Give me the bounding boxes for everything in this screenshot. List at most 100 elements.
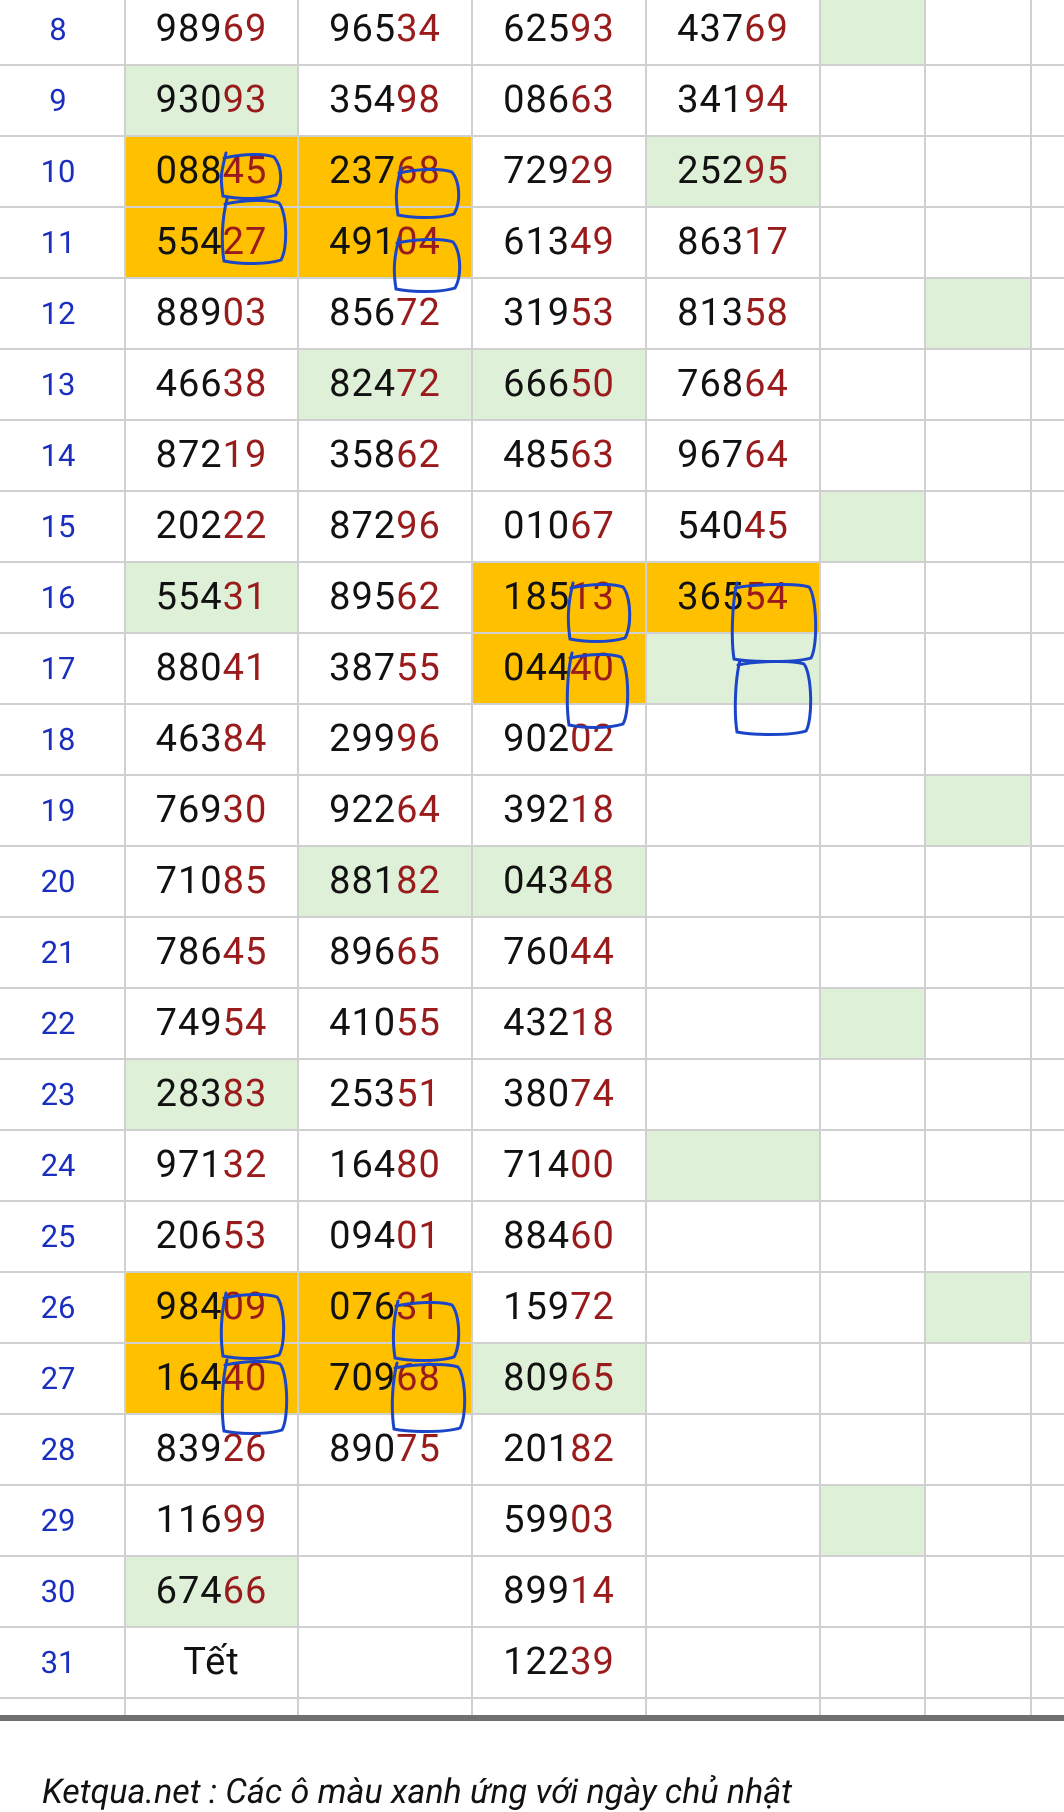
- result-tail-digits: 55: [396, 646, 441, 690]
- result-tail-digits: 58: [744, 291, 789, 335]
- result-tail-digits: 22: [222, 504, 268, 548]
- result-number: 72929: [472, 136, 646, 207]
- result-number: 11699: [125, 1485, 298, 1556]
- result-number: 93093: [125, 65, 298, 136]
- result-number: 87296: [298, 491, 472, 562]
- result-number: 35862: [298, 420, 472, 491]
- result-tail-digits: 96: [396, 717, 441, 761]
- result-head-digits: 387: [329, 646, 397, 690]
- result-number: 46384: [125, 704, 298, 775]
- result-tail-digits: 41: [222, 646, 268, 690]
- result-tail-digits: 49: [570, 220, 615, 264]
- green-highlight-cell: [820, 0, 925, 65]
- result-number: 41055: [298, 988, 472, 1059]
- result-head-digits: 554: [155, 575, 223, 619]
- result-tail-digits: 82: [396, 859, 441, 903]
- table-bottom-border: [0, 1715, 1064, 1721]
- result-head-digits: 872: [329, 504, 397, 548]
- result-tail-digits: 62: [396, 575, 441, 619]
- result-number: 98409: [125, 1272, 298, 1343]
- result-number: 38755: [298, 633, 472, 704]
- result-number: 23768: [298, 136, 472, 207]
- result-number: 12239: [472, 1627, 646, 1698]
- result-tail-digits: 85: [222, 859, 268, 903]
- result-tail-digits: 72: [570, 1285, 615, 1329]
- result-number: 25295: [646, 136, 820, 207]
- result-head-digits: 786: [155, 930, 223, 974]
- result-head-digits: 813: [677, 291, 745, 335]
- result-head-digits: 714: [503, 1143, 571, 1187]
- result-number: 08663: [472, 65, 646, 136]
- result-head-digits: 769: [155, 788, 223, 832]
- result-number: 78645: [125, 917, 298, 988]
- result-tail-digits: 18: [570, 788, 615, 832]
- result-head-digits: 760: [503, 930, 571, 974]
- result-head-digits: 768: [677, 362, 745, 406]
- result-head-digits: 201: [503, 1427, 571, 1471]
- result-tail-digits: 80: [396, 1143, 441, 1187]
- result-number: 16440: [125, 1343, 298, 1414]
- result-number: 39218: [472, 775, 646, 846]
- result-tail-digits: 40: [570, 646, 615, 690]
- result-number: 08845: [125, 136, 298, 207]
- result-number: 29996: [298, 704, 472, 775]
- result-tail-digits: 64: [744, 362, 789, 406]
- result-number: 66650: [472, 349, 646, 420]
- result-tail-digits: 72: [396, 362, 441, 406]
- row-day-number: 25: [40, 1218, 76, 1255]
- result-tail-digits: 54: [222, 1001, 268, 1045]
- result-tail-digits: 93: [570, 7, 615, 51]
- result-tail-digits: 54: [744, 575, 789, 619]
- result-number: 98969: [125, 0, 298, 65]
- result-tail-digits: 02: [570, 717, 615, 761]
- result-head-digits: 709: [329, 1356, 397, 1400]
- result-tail-digits: 45: [222, 930, 268, 974]
- result-head-digits: 554: [155, 220, 223, 264]
- result-tail-digits: 93: [222, 78, 268, 122]
- row-day-number: 18: [40, 721, 76, 758]
- row-day-number: 23: [40, 1076, 76, 1113]
- result-head-digits: 485: [503, 433, 571, 477]
- row-day-number: 11: [40, 224, 76, 261]
- row-day-number: 30: [40, 1573, 76, 1610]
- result-tail-digits: 96: [396, 504, 441, 548]
- result-number: 20222: [125, 491, 298, 562]
- results-table: 8 98969 96534 62593 43769 9 93093 35498 08663 341…: [0, 0, 1064, 1720]
- result-number: 36554: [646, 562, 820, 633]
- result-tail-digits: 39: [570, 1640, 615, 1684]
- result-tail-digits: 51: [396, 1072, 441, 1116]
- row-day-number: 8: [49, 11, 67, 48]
- result-tail-digits: 99: [222, 1498, 268, 1542]
- result-tail-digits: 60: [570, 1214, 615, 1258]
- result-number: 46638: [125, 349, 298, 420]
- result-tail-digits: 69: [222, 7, 268, 51]
- result-head-digits: 896: [329, 930, 397, 974]
- green-highlight-cell: [646, 1130, 820, 1201]
- result-tail-digits: 27: [222, 220, 268, 264]
- result-tail-digits: 64: [396, 788, 441, 832]
- result-head-digits: 116: [155, 1498, 223, 1542]
- result-head-digits: 625: [503, 7, 571, 51]
- result-number: 16480: [298, 1130, 472, 1201]
- result-head-digits: 044: [503, 646, 571, 690]
- result-number: 43218: [472, 988, 646, 1059]
- result-number: 15972: [472, 1272, 646, 1343]
- result-number: 62593: [472, 0, 646, 65]
- result-head-digits: 599: [503, 1498, 571, 1542]
- row-day-number: 14: [40, 437, 76, 474]
- result-tail-digits: 30: [222, 788, 268, 832]
- result-head-digits: 206: [155, 1214, 223, 1258]
- result-head-digits: 540: [677, 504, 745, 548]
- result-head-digits: 890: [329, 1427, 397, 1471]
- result-number: 35498: [298, 65, 472, 136]
- result-tail-digits: 95: [744, 149, 789, 193]
- result-number: 76930: [125, 775, 298, 846]
- result-number: 55431: [125, 562, 298, 633]
- result-number: 49104: [298, 207, 472, 278]
- result-head-digits: 010: [503, 504, 571, 548]
- result-number: 04348: [472, 846, 646, 917]
- result-head-digits: 122: [503, 1640, 571, 1684]
- result-number: 55427: [125, 207, 298, 278]
- result-tail-digits: 04: [396, 220, 441, 264]
- result-tail-digits: 55: [396, 1001, 441, 1045]
